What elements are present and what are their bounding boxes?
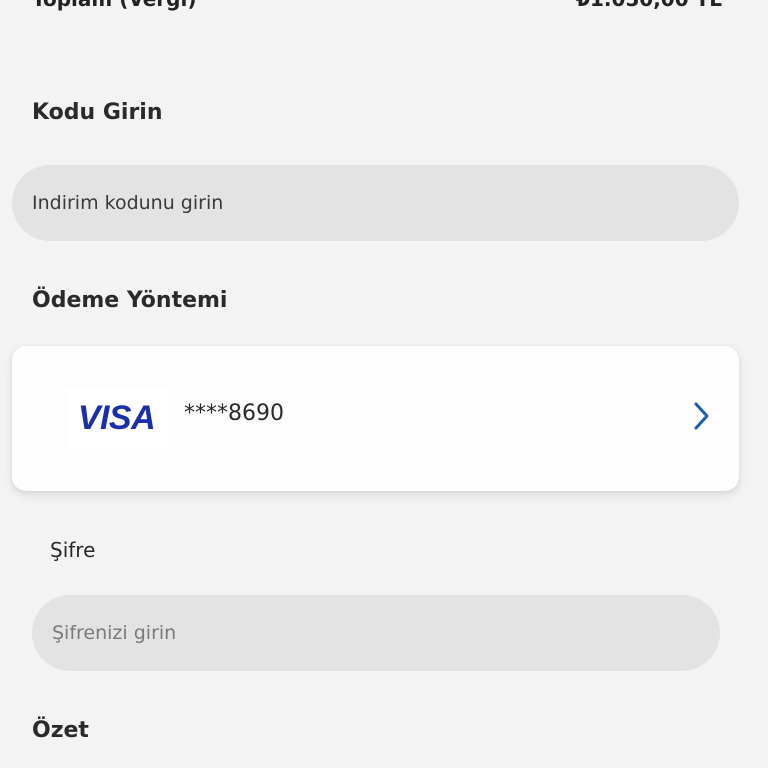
- payment-card-selector[interactable]: VISA ****8690: [12, 346, 739, 491]
- checkout-page: Toplam (Vergi) ₺1.050,00 TL Kodu Girin Ö…: [0, 0, 768, 768]
- chevron-right-icon[interactable]: [690, 399, 714, 433]
- card-number: ****8690: [184, 401, 284, 426]
- visa-logo: VISA: [66, 387, 167, 449]
- total-label: Toplam (Vergi): [32, 0, 196, 11]
- payment-method-title: Ödeme Yöntemi: [32, 288, 228, 313]
- visa-logo-text: VISA: [77, 398, 156, 437]
- discount-code-input[interactable]: [12, 165, 739, 241]
- discount-code-title: Kodu Girin: [32, 100, 163, 125]
- total-row: Toplam (Vergi) ₺1.050,00 TL: [32, 0, 722, 14]
- password-label: Şifre: [50, 538, 96, 562]
- summary-title: Özet: [32, 718, 89, 743]
- password-input[interactable]: [32, 595, 720, 671]
- total-value: ₺1.050,00 TL: [576, 0, 722, 11]
